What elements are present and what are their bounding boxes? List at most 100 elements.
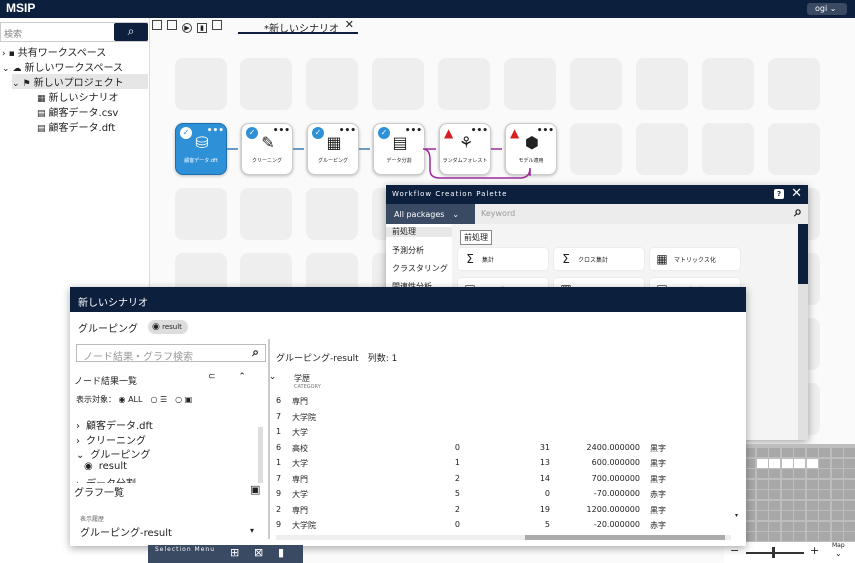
chevron-icon[interactable]: ›	[2, 49, 6, 59]
node-menu-icon[interactable]: •••	[471, 127, 488, 136]
minimap-cell	[844, 479, 855, 489]
workflow-node[interactable]: ⛁ ✓ ••• 顧客データ.dft	[175, 123, 227, 175]
chevron-icon[interactable]: ◉	[84, 461, 93, 472]
scrollbar[interactable]	[258, 427, 263, 483]
chevron-icon[interactable]: ⌄	[76, 450, 84, 461]
panel-divider[interactable]	[268, 339, 270, 539]
workflow-node[interactable]: ▤ ✓ ••• データ分割	[373, 123, 425, 175]
chevron-down-icon[interactable]: ▾	[735, 512, 740, 532]
chevron-icon[interactable]: ›	[76, 421, 80, 432]
tree-item[interactable]: ⌄ ⚑ 新しいプロジェクト	[12, 74, 148, 89]
chevron-icon[interactable]: ⌄	[2, 64, 10, 74]
canvas-slot[interactable]	[570, 58, 622, 110]
chevron-down-icon[interactable]: ⌄	[835, 549, 842, 558]
tree-item[interactable]: › ▪ 共有ワークスペース	[2, 44, 106, 59]
deselect-icon[interactable]: ⊠	[254, 546, 263, 559]
minimap-cell	[781, 532, 793, 541]
result-tree-item[interactable]: › データ分割	[76, 475, 136, 483]
node-menu-icon[interactable]: •••	[405, 127, 422, 136]
close-icon[interactable]: ✕	[791, 186, 802, 201]
copy-icon[interactable]	[212, 20, 222, 30]
workflow-node[interactable]: ▦ ✓ ••• グルーピング	[307, 123, 359, 175]
workflow-node[interactable]: ✎ ✓ ••• クリーニング	[241, 123, 293, 175]
search-icon[interactable]: ⌕	[252, 345, 259, 360]
display-select[interactable]: グルーピング-result	[80, 524, 172, 539]
search-icon[interactable]: ⌕	[794, 204, 802, 220]
canvas-slot[interactable]	[175, 58, 227, 110]
minimap[interactable]	[740, 444, 855, 542]
tab-scenario[interactable]: *新しいシナリオ ✕	[238, 18, 358, 35]
node-menu-icon[interactable]: •••	[273, 127, 290, 136]
zoom-in-button[interactable]: +	[810, 544, 819, 557]
node-menu-icon[interactable]: •••	[207, 127, 224, 136]
palette-item[interactable]: Σ 集計	[458, 248, 548, 270]
palette-category[interactable]: 前処理	[386, 227, 452, 237]
search-button[interactable]: ⌕	[114, 23, 148, 41]
save-as-icon[interactable]	[167, 20, 177, 30]
result-tree-item[interactable]: ◉ result	[84, 461, 127, 472]
add-graph-icon[interactable]: ▣	[250, 483, 260, 496]
workflow-node[interactable]: ⚘ ▲ ••• ランダムフォレスト	[439, 123, 491, 175]
canvas-slot[interactable]	[636, 58, 688, 110]
result-badge[interactable]: ◉ result	[148, 320, 188, 334]
chart-icon[interactable]: ▮	[197, 23, 207, 33]
radio-all[interactable]: ◉	[119, 395, 126, 404]
save-icon[interactable]	[152, 20, 162, 30]
close-icon[interactable]: ✕	[345, 18, 354, 31]
package-dropdown[interactable]: All packages ⌄	[386, 204, 475, 224]
tree-item[interactable]: ▤ 顧客データ.csv	[34, 104, 118, 119]
zoom-slider[interactable]	[746, 552, 804, 554]
canvas-slot[interactable]	[372, 58, 424, 110]
scrollbar-thumb[interactable]	[525, 535, 725, 540]
selection-menu-label: Selection Menu	[155, 546, 216, 553]
canvas-slot[interactable]	[768, 58, 820, 110]
minimap-cell	[831, 469, 843, 478]
chevron-down-icon[interactable]: ▾	[250, 526, 254, 535]
result-tree-item[interactable]: ⌄ グルーピング	[76, 446, 150, 461]
canvas-slot[interactable]	[702, 123, 754, 175]
node-menu-icon[interactable]: •••	[339, 127, 356, 136]
palette-item[interactable]: Σ クロス集計	[554, 248, 644, 270]
scrollbar-thumb[interactable]	[798, 224, 808, 284]
run-icon[interactable]: ▶	[182, 23, 192, 33]
canvas-slot[interactable]	[570, 123, 622, 175]
canvas-slot[interactable]	[240, 188, 292, 240]
breadcrumb[interactable]: グルーピング	[78, 320, 138, 335]
palette-item[interactable]: ▦ マトリックス化	[650, 248, 740, 270]
trash-icon[interactable]: ▮	[278, 546, 284, 559]
chevron-icon[interactable]: ⌄	[12, 79, 20, 89]
result-tree-item[interactable]: › 顧客データ.dft	[76, 417, 153, 432]
minimap-cell	[794, 500, 805, 510]
chevron-icon[interactable]: ›	[76, 479, 80, 483]
chevron-icon[interactable]: ›	[76, 436, 80, 447]
column-header[interactable]: 学歴 CATEGORY	[294, 373, 321, 390]
node-search-input[interactable]: ノード結果・グラフ検索 ⌕	[76, 344, 266, 363]
canvas-slot[interactable]	[175, 188, 227, 240]
tree-item[interactable]: ▦ 新しいシナリオ	[34, 89, 119, 104]
palette-category[interactable]: クラスタリング	[392, 264, 450, 274]
select-all-icon[interactable]: ⊞	[230, 546, 239, 559]
node-results-controls[interactable]: ⊂ ⌃ ⌄	[208, 372, 286, 382]
radio-image[interactable]: ○	[175, 395, 182, 404]
canvas-slot[interactable]	[702, 58, 754, 110]
canvas-slot[interactable]	[438, 58, 490, 110]
canvas-slot[interactable]	[306, 58, 358, 110]
canvas-slot[interactable]	[504, 58, 556, 110]
user-menu-button[interactable]: ogi ⌄	[807, 3, 847, 15]
help-icon[interactable]: ?	[774, 189, 784, 199]
selection-menu: Selection Menu ⊞ ⊠ ▮	[148, 545, 303, 563]
zoom-slider-handle[interactable]	[772, 547, 775, 558]
canvas-slot[interactable]	[636, 123, 688, 175]
tree-item[interactable]: ▤ 顧客データ.dft	[34, 119, 115, 134]
canvas-slot[interactable]	[306, 188, 358, 240]
workflow-node[interactable]: ⬢ ▲ ••• モデル適用	[505, 123, 557, 175]
node-menu-icon[interactable]: •••	[537, 127, 554, 136]
keyword-input[interactable]: Keyword ⌕	[475, 204, 808, 224]
result-tree-item[interactable]: › クリーニング	[76, 432, 146, 447]
canvas-slot[interactable]	[240, 58, 292, 110]
palette-category[interactable]: 予測分析	[392, 246, 450, 256]
tree-item[interactable]: ⌄ ☁ 新しいワークスペース	[2, 59, 123, 74]
canvas-slot[interactable]	[768, 123, 820, 175]
radio-table[interactable]: ○	[150, 395, 157, 404]
map-toggle[interactable]: Map	[832, 542, 845, 549]
